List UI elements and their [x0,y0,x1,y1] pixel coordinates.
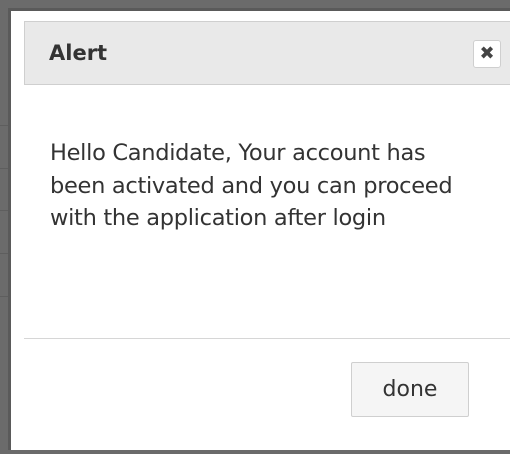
alert-dialog: Alert ✖ Hello Candidate, Your account ha… [8,8,510,450]
dialog-divider [24,338,510,339]
close-button[interactable]: ✖ [473,40,501,68]
backdrop-gridline [0,168,8,169]
dialog-header: Alert ✖ [24,21,510,85]
backdrop-gridline [0,253,8,254]
backdrop-gridline [0,125,8,126]
close-icon: ✖ [479,43,495,64]
dialog-message: Hello Candidate, Your account has been a… [50,140,453,231]
backdrop-gridline [0,296,8,297]
dialog-title: Alert [49,41,108,65]
done-button[interactable]: done [351,362,469,417]
backdrop-gridline [0,210,8,211]
